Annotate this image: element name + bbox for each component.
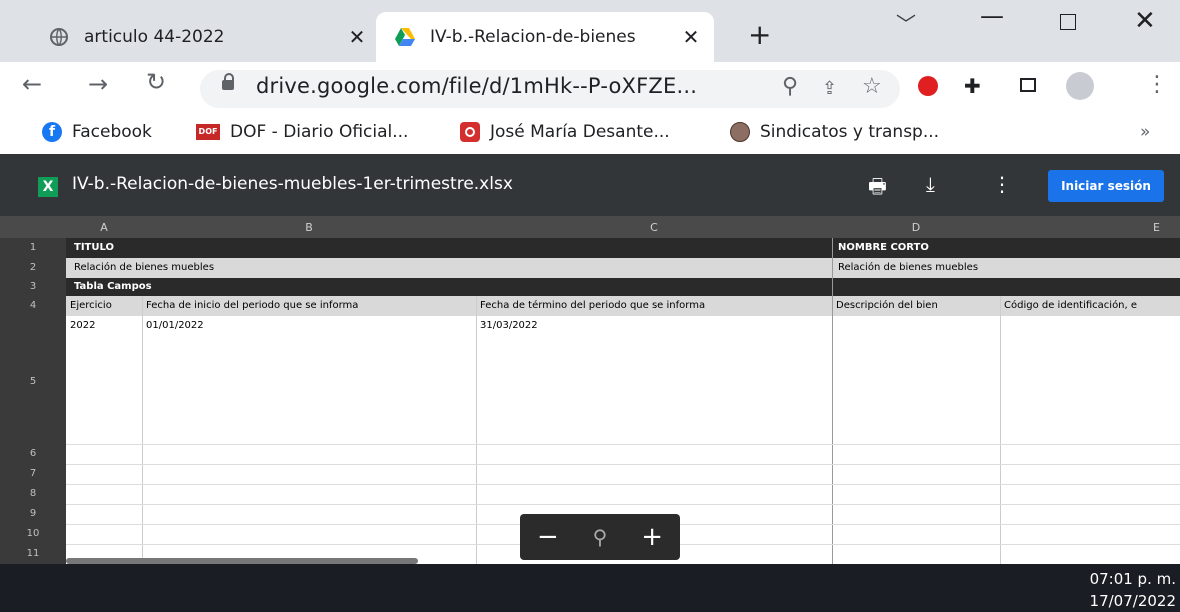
- cell-c5[interactable]: 31/03/2022: [476, 320, 832, 331]
- bookmark-label: José María Desante...: [490, 122, 670, 142]
- share-icon[interactable]: ⇪: [822, 78, 837, 99]
- tab-relacion[interactable]: IV-b.-Relacion-de-bienes ✕: [376, 12, 714, 62]
- cell-d2[interactable]: Relación de bienes muebles: [834, 262, 1034, 273]
- side-panel-icon[interactable]: [1020, 78, 1036, 92]
- bookmark-label: Facebook: [72, 122, 152, 142]
- tab-title: IV-b.-Relacion-de-bienes: [430, 27, 636, 47]
- cell-a4[interactable]: Ejercicio: [66, 300, 142, 311]
- red-circle-icon: [460, 122, 480, 142]
- clock-date: 17/07/2022: [1089, 592, 1176, 610]
- row-header-7[interactable]: 7: [0, 468, 66, 479]
- row-header-6[interactable]: 6: [0, 448, 66, 459]
- bookmark-facebook[interactable]: f Facebook: [42, 122, 152, 142]
- close-window-icon[interactable]: ✕: [1134, 6, 1156, 36]
- puzzle-extensions-icon[interactable]: ✚: [964, 74, 981, 98]
- grid-line: [66, 504, 1180, 505]
- star-bookmark-icon[interactable]: ☆: [862, 74, 882, 99]
- cell-d4[interactable]: Descripción del bien: [832, 300, 1000, 311]
- bookmark-sindicatos[interactable]: Sindicatos y transp...: [730, 122, 939, 142]
- column-header-e[interactable]: E: [1000, 218, 1180, 238]
- grid-line: [832, 238, 833, 564]
- globe-icon: [48, 26, 70, 48]
- magnifier-icon: ⚲: [592, 525, 608, 549]
- cell-a5[interactable]: 2022: [66, 320, 142, 331]
- column-header-b[interactable]: B: [142, 218, 476, 238]
- clock-time: 07:01 p. m.: [1089, 570, 1176, 588]
- row-header-8[interactable]: 8: [0, 488, 66, 499]
- bookmark-jose-maria[interactable]: José María Desante...: [460, 122, 670, 142]
- column-header-d[interactable]: D: [832, 218, 1000, 238]
- row-header-11[interactable]: 11: [0, 548, 66, 559]
- grid-line: [66, 444, 1180, 445]
- cell-c4[interactable]: Fecha de término del periodo que se info…: [476, 300, 832, 311]
- print-icon[interactable]: 🖶: [868, 172, 887, 206]
- cell-e4[interactable]: Código de identificación, e: [1000, 300, 1180, 311]
- reload-icon[interactable]: ↻: [146, 68, 166, 96]
- tab-search-chevron-icon[interactable]: ﹀: [896, 8, 916, 37]
- cell-a1[interactable]: TÍTULO: [70, 242, 370, 253]
- drive-icon: [394, 26, 416, 48]
- maximize-icon[interactable]: [1060, 14, 1076, 30]
- signin-button[interactable]: Iniciar sesión: [1048, 170, 1164, 202]
- kebab-menu-icon[interactable]: ⋮: [1146, 72, 1168, 97]
- column-header-a[interactable]: A: [66, 218, 142, 238]
- file-name: IV-b.-Relacion-de-bienes-muebles-1er-tri…: [72, 174, 513, 194]
- zoom-lens-icon[interactable]: ⚲: [782, 74, 798, 99]
- download-icon[interactable]: ⤓: [926, 172, 935, 196]
- emblem-icon: [730, 122, 750, 142]
- column-header-c[interactable]: C: [476, 218, 832, 238]
- taskbar-clock[interactable]: 07:01 p. m. 17/07/2022: [1070, 568, 1176, 612]
- close-tab-icon[interactable]: ✕: [342, 25, 372, 49]
- opera-extension-icon[interactable]: [918, 76, 938, 96]
- row-header-4[interactable]: 4: [0, 300, 66, 311]
- back-arrow-icon[interactable]: ←: [22, 70, 42, 98]
- lock-icon[interactable]: [222, 73, 234, 90]
- grid-line: [66, 464, 1180, 465]
- cell-b5[interactable]: 01/01/2022: [142, 320, 476, 331]
- row-header-9[interactable]: 9: [0, 508, 66, 519]
- tab-title: articulo 44-2022: [84, 27, 225, 47]
- bookmark-dof[interactable]: DOF DOF - Diario Oficial...: [196, 122, 408, 142]
- tab-articulo[interactable]: articulo 44-2022 ✕: [30, 12, 380, 62]
- bookmark-label: DOF - Diario Oficial...: [230, 122, 409, 142]
- dof-logo-icon: DOF: [196, 124, 220, 140]
- minimize-icon[interactable]: —: [980, 2, 1004, 30]
- cell-b4[interactable]: Fecha de inicio del periodo que se infor…: [142, 300, 476, 311]
- row-header-5[interactable]: 5: [0, 376, 66, 387]
- cell-a3[interactable]: Tabla Campos: [70, 281, 370, 292]
- more-bookmarks-icon[interactable]: »: [1140, 122, 1150, 142]
- cell-a2[interactable]: Relación de bienes muebles: [70, 262, 470, 273]
- cell-d1[interactable]: NOMBRE CORTO: [834, 242, 1034, 253]
- taskbar: [0, 564, 1180, 612]
- zoom-control: − ⚲ +: [520, 514, 680, 560]
- row-header-2[interactable]: 2: [0, 262, 66, 273]
- profile-avatar-icon[interactable]: [1066, 72, 1094, 100]
- forward-arrow-icon[interactable]: →: [88, 70, 108, 98]
- row-header-10[interactable]: 10: [0, 528, 66, 539]
- url-text[interactable]: drive.google.com/file/d/1mHk--P-oXFZE...: [256, 74, 697, 98]
- new-tab-plus-icon[interactable]: +: [748, 18, 771, 51]
- grid-line: [66, 484, 1180, 485]
- facebook-icon: f: [42, 122, 62, 142]
- bookmark-label: Sindicatos y transp...: [760, 122, 940, 142]
- zoom-in-icon[interactable]: +: [641, 522, 663, 552]
- zoom-out-icon[interactable]: −: [537, 522, 559, 552]
- row-header-3[interactable]: 3: [0, 281, 66, 292]
- close-tab-icon[interactable]: ✕: [676, 25, 706, 49]
- row-header-1[interactable]: 1: [0, 242, 66, 253]
- excel-file-icon: X: [38, 177, 58, 197]
- more-options-icon[interactable]: ⋮: [992, 172, 1012, 196]
